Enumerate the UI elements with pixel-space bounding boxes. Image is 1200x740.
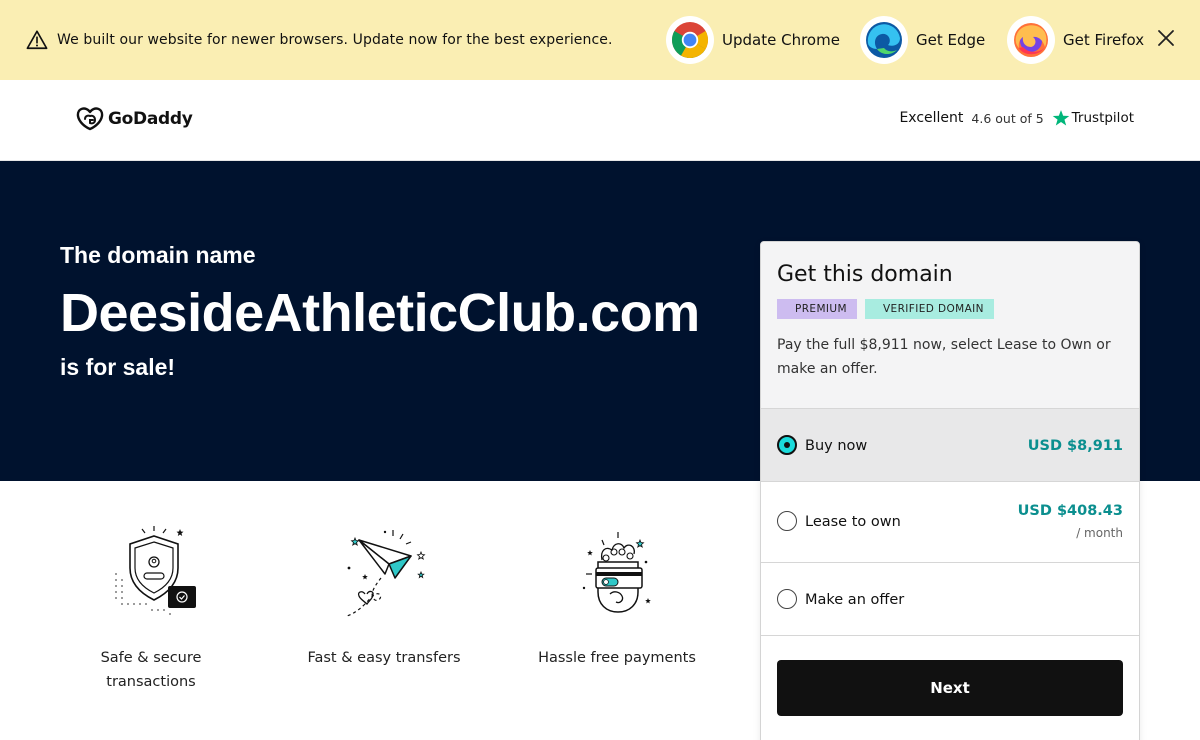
banner-message: We built our website for newer browsers.… [57,32,613,48]
get-firefox-label: Get Firefox [1063,31,1145,49]
feature-label: Hassle free payments [538,650,696,666]
trustpilot-brand: Trustpilot [1071,110,1134,126]
option-buy-now[interactable]: Buy now USD $8,911 [761,409,1139,482]
update-chrome-label: Update Chrome [722,31,840,49]
card-title: Get this domain [777,262,953,287]
get-firefox-link[interactable]: Get Firefox [1007,16,1144,64]
shield-icon [115,526,196,615]
next-button[interactable]: Next [777,660,1123,716]
option-label: Make an offer [805,592,905,608]
paper-plane-icon [346,530,426,617]
site-header: GoDaddy Excellent 4.6 out of 5 Trustpilo… [0,80,1200,161]
get-edge-label: Get Edge [916,31,986,49]
next-wrap: Next [761,636,1139,740]
option-price-period: / month [1076,526,1123,540]
get-edge-link[interactable]: Get Edge [860,16,985,64]
badges: PREMIUM VERIFIED DOMAIN [777,299,1123,319]
feature-safe-secure: Safe & secure transactions [66,522,236,694]
browser-update-banner: We built our website for newer browsers.… [0,0,1200,80]
option-label: Buy now [805,438,868,454]
option-make-offer[interactable]: Make an offer [761,563,1139,636]
warning-icon [26,30,48,50]
option-price: USD $408.43 [1017,503,1123,519]
make-offer-radio[interactable] [777,589,797,609]
card-description: Pay the full $8,911 now, select Lease to… [777,337,1111,377]
buy-now-radio[interactable] [777,435,797,455]
hero-intro: The domain name [60,242,256,268]
trust-score: 4.6 out of 5 [971,110,1044,126]
payment-card-icon [582,532,651,613]
update-chrome-link[interactable]: Update Chrome [666,16,840,64]
verified-domain-badge: VERIFIED DOMAIN [864,299,994,319]
chrome-icon [666,16,714,64]
hero-for-sale: is for sale! [60,354,176,380]
option-lease-to-own[interactable]: Lease to own USD $408.43 / month [761,482,1139,563]
card-header: Get this domain PREMIUM VERIFIED DOMAIN … [761,242,1139,409]
option-price: USD $8,911 [1027,438,1123,454]
lease-to-own-radio[interactable] [777,511,797,531]
trustpilot-star-icon [1052,110,1069,126]
edge-icon [860,16,908,64]
godaddy-heart-icon [76,107,104,131]
feature-label: Fast & easy transfers [307,650,461,666]
trust-excellent-label: Excellent [899,110,964,126]
firefox-icon [1007,16,1055,64]
feature-hassle-free-payments: Hassle free payments [532,522,702,670]
premium-badge: PREMIUM [777,299,857,319]
trustpilot-rating[interactable]: Excellent 4.6 out of 5 Trustpilot [899,109,1134,127]
feature-label: Safe & secure transactions [100,650,202,690]
close-icon[interactable] [1154,26,1178,50]
domain-name-heading: DeesideAthleticClub.com [60,283,700,343]
feature-fast-transfers: Fast & easy transfers [299,522,469,670]
option-label: Lease to own [805,514,901,530]
logo-text: GoDaddy [108,109,193,129]
purchase-card: Get this domain PREMIUM VERIFIED DOMAIN … [760,241,1140,740]
godaddy-logo[interactable]: GoDaddy [76,107,193,131]
